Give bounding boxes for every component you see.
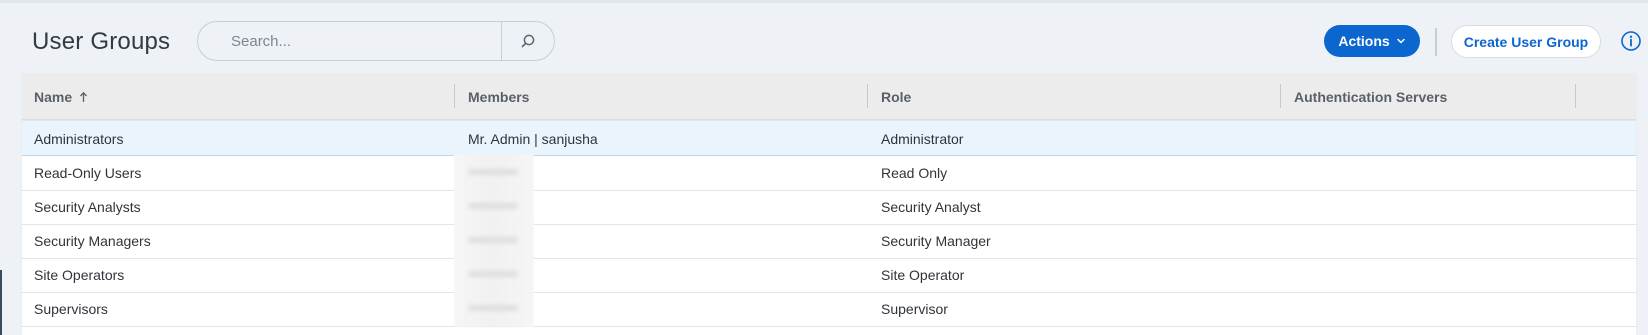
column-resize-handle[interactable]	[454, 84, 455, 108]
table-row[interactable]: Read-Only Users Read Only	[22, 154, 1636, 191]
cell-role: Administrator	[881, 130, 964, 147]
column-header-label: Name	[34, 89, 73, 105]
search-button[interactable]	[502, 22, 554, 60]
cell-role: Supervisor	[881, 300, 948, 317]
column-header-authentication-servers[interactable]: Authentication Servers	[1294, 74, 1447, 120]
cell-role: Site Operator	[881, 266, 965, 283]
column-resize-handle[interactable]	[1575, 84, 1576, 108]
cell-members-obscured	[454, 188, 534, 225]
create-user-group-label: Create User Group	[1463, 33, 1589, 50]
column-resize-handle[interactable]	[867, 84, 868, 108]
user-groups-table: Name Members Role Authentication Servers…	[22, 74, 1636, 335]
search-icon	[521, 34, 535, 48]
table-row[interactable]: Site Operators Site Operator	[22, 256, 1636, 293]
column-header-name[interactable]: Name	[34, 74, 88, 120]
search-input[interactable]	[199, 23, 489, 59]
cell-members-obscured	[454, 290, 534, 327]
actions-button-label: Actions	[1338, 33, 1390, 49]
cell-name: Security Managers	[34, 232, 151, 249]
column-header-members[interactable]: Members	[468, 74, 529, 120]
actions-button[interactable]: Actions	[1324, 25, 1420, 57]
column-header-label: Authentication Servers	[1294, 89, 1448, 105]
column-resize-handle[interactable]	[1280, 84, 1281, 108]
left-edge-strip	[0, 270, 2, 335]
toolbar-separator	[1435, 28, 1437, 56]
cell-name: Security Analysts	[34, 198, 141, 215]
create-user-group-button[interactable]: Create User Group	[1451, 25, 1601, 58]
cell-role: Security Manager	[881, 232, 991, 249]
cell-name: Read-Only Users	[34, 164, 142, 181]
chevron-down-icon	[1396, 38, 1405, 44]
cell-name: Supervisors	[34, 300, 108, 317]
info-icon	[1621, 31, 1641, 51]
cell-members-obscured	[454, 256, 534, 293]
table-row[interactable]: Administrators Mr. Admin | sanjusha Admi…	[22, 120, 1636, 156]
table-row[interactable]: Security Managers Security Manager	[22, 222, 1636, 259]
cell-name: Site Operators	[34, 266, 125, 283]
search-box	[197, 21, 555, 61]
top-border	[0, 0, 1648, 3]
table-header: Name Members Role Authentication Servers	[22, 74, 1636, 120]
cell-role: Security Analyst	[881, 198, 981, 215]
page-header: User Groups Actions Create User Group	[0, 10, 1648, 72]
cell-name: Administrators	[34, 130, 124, 147]
cell-members-obscured	[454, 222, 534, 259]
column-header-label: Role	[881, 89, 912, 105]
info-button[interactable]	[1620, 30, 1644, 54]
cell-role: Read Only	[881, 164, 948, 181]
table-row[interactable]: Supervisors Supervisor	[22, 290, 1636, 327]
sort-ascending-icon	[79, 91, 88, 103]
table-row[interactable]: Security Analysts Security Analyst	[22, 188, 1636, 225]
column-header-label: Members	[468, 89, 530, 105]
cell-members-obscured	[454, 154, 534, 191]
column-header-role[interactable]: Role	[881, 74, 911, 120]
cell-members: Mr. Admin | sanjusha	[468, 130, 598, 147]
page-title: User Groups	[32, 28, 171, 55]
